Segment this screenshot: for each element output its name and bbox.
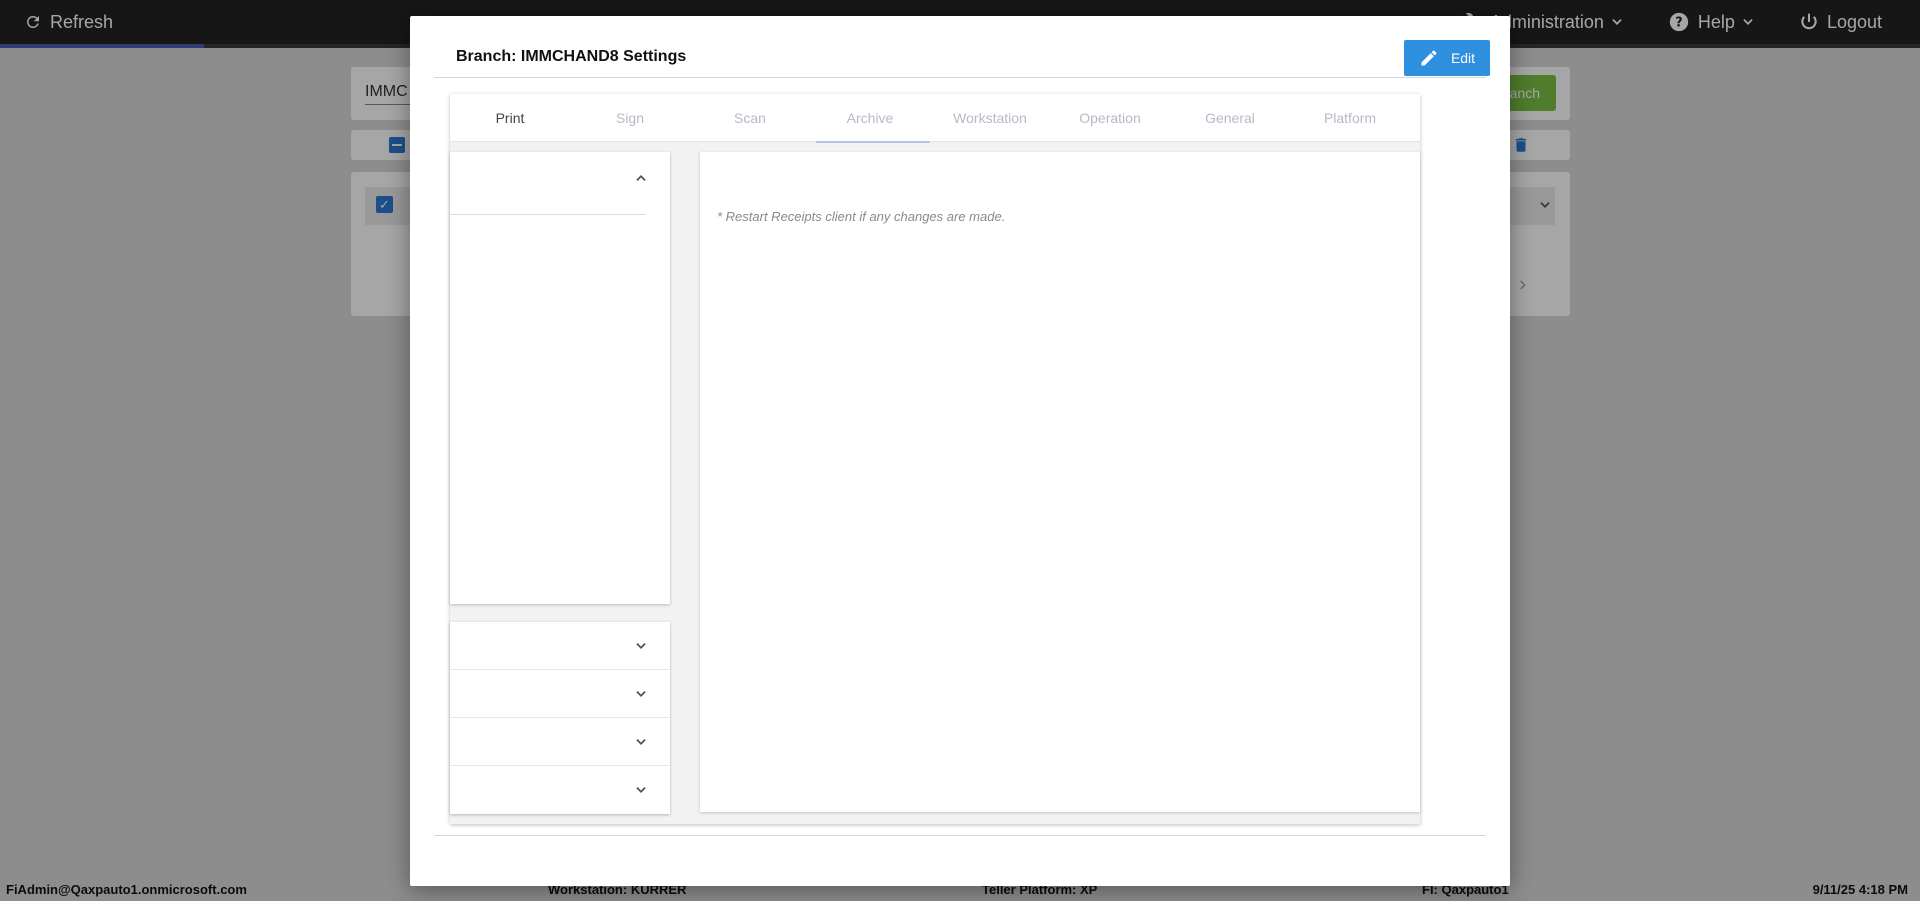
- tab-label: General: [1205, 110, 1255, 126]
- pencil-icon: [1421, 50, 1437, 66]
- settings-content: * Restart Receipts client if any changes…: [700, 152, 1420, 812]
- settings-panel: Print Sign Scan Archive Workstation Operation…: [450, 94, 1420, 824]
- chevron-down-icon: [636, 691, 646, 697]
- settings-section-expanded: [450, 152, 670, 604]
- tab-print[interactable]: Print: [450, 94, 570, 142]
- tab-platform[interactable]: Platform: [1290, 94, 1410, 142]
- tab-label: Scan: [734, 110, 766, 126]
- section-divider: [450, 214, 646, 215]
- tab-label: Print: [495, 110, 525, 126]
- settings-tabs: Print Sign Scan Archive Workstation Operation…: [450, 94, 1420, 143]
- tab-sign[interactable]: Sign: [570, 94, 690, 142]
- chevron-down-icon: [636, 787, 646, 793]
- tab-general[interactable]: General: [1170, 94, 1290, 142]
- chevron-down-icon: [636, 739, 646, 745]
- edit-label: Edit: [1450, 50, 1476, 66]
- modal-title: Branch: IMMCHAND8 Settings: [456, 48, 687, 65]
- tab-label: Sign: [615, 110, 645, 126]
- modal-header: Branch: IMMCHAND8 Settings Edit: [434, 36, 1490, 78]
- list-item[interactable]: [450, 766, 670, 814]
- list-item[interactable]: [450, 718, 670, 766]
- tab-label: Archive: [846, 110, 894, 126]
- tab-archive[interactable]: Archive: [810, 94, 930, 143]
- tab-label: Platform: [1323, 110, 1377, 126]
- modal-body: Branch: IMMCHAND8 Settings Edit Print Sig…: [434, 36, 1490, 836]
- restart-notice: * Restart Receipts client if any changes…: [717, 209, 1006, 224]
- edit-button[interactable]: Edit: [1404, 40, 1490, 76]
- list-item[interactable]: [450, 670, 670, 718]
- chevron-up-icon[interactable]: [634, 171, 648, 185]
- branch-settings-modal: Branch: IMMCHAND8 Settings Edit Print Sig…: [410, 16, 1510, 886]
- tab-indicator: [816, 141, 930, 143]
- tab-label: Operation: [1079, 110, 1141, 126]
- list-item[interactable]: [450, 622, 670, 670]
- tab-scan[interactable]: Scan: [690, 94, 810, 142]
- chevron-down-icon: [636, 643, 646, 649]
- settings-section-list: [450, 622, 670, 814]
- tab-operation[interactable]: Operation: [1050, 94, 1170, 142]
- tab-label: Workstation: [953, 110, 1027, 126]
- tab-workstation[interactable]: Workstation: [930, 94, 1050, 142]
